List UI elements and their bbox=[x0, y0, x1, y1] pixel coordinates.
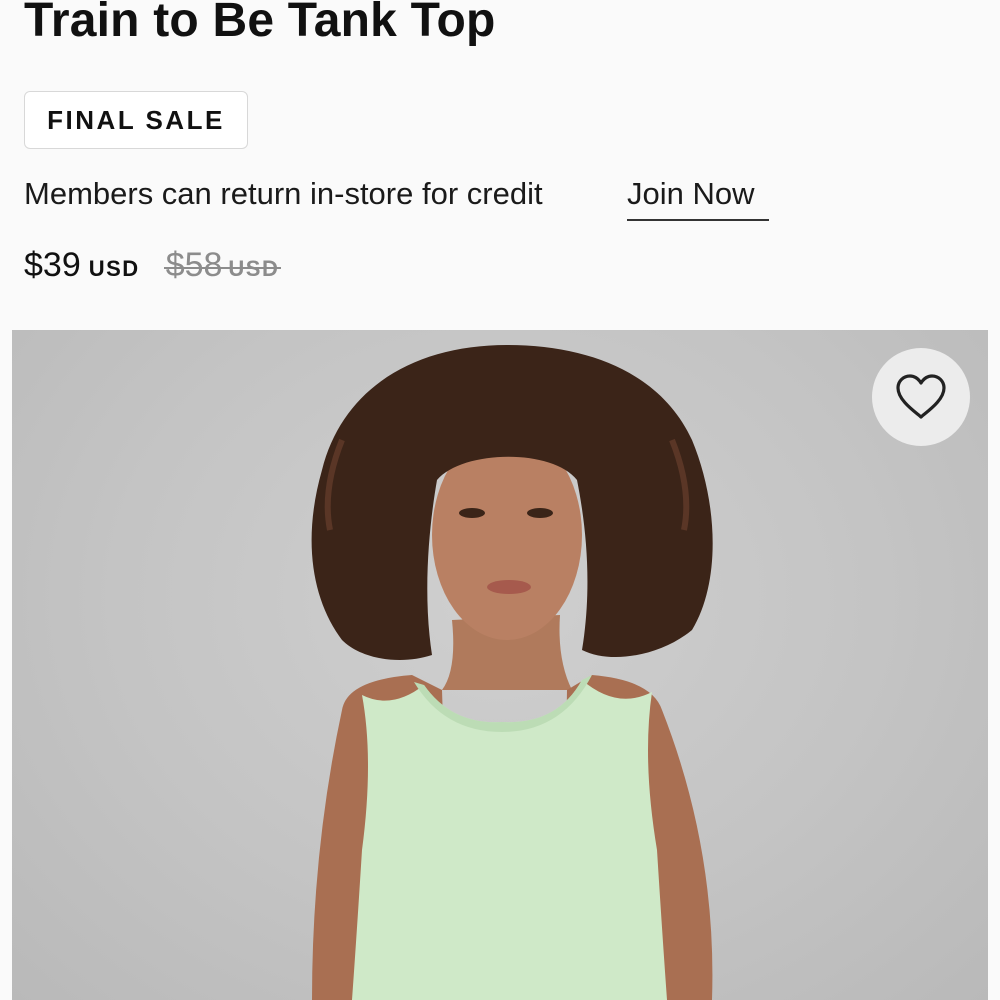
wishlist-button[interactable] bbox=[872, 348, 970, 446]
original-price-amount: $58 bbox=[165, 246, 223, 284]
heart-outline-icon bbox=[896, 374, 946, 419]
price-row: $39 USD $58 USD bbox=[24, 246, 282, 292]
return-policy-text: Members can return in-store for credit bbox=[24, 176, 543, 211]
join-now-underline bbox=[627, 219, 769, 221]
original-price: $58 USD bbox=[163, 246, 282, 285]
current-price: $39 bbox=[24, 246, 81, 284]
price-strikethrough bbox=[163, 267, 282, 270]
product-page: Train to Be Tank Top FINAL SALE Members … bbox=[0, 0, 1000, 1000]
current-price-currency: USD bbox=[88, 256, 140, 281]
final-sale-badge: FINAL SALE bbox=[24, 91, 248, 149]
model-illustration bbox=[311, 345, 713, 1000]
join-now-link[interactable]: Join Now bbox=[627, 172, 755, 216]
product-title: Train to Be Tank Top bbox=[24, 0, 496, 47]
product-image[interactable] bbox=[12, 330, 988, 1000]
